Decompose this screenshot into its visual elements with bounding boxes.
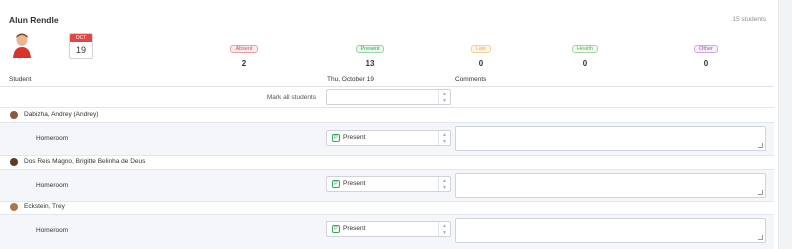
period-label: Homeroom bbox=[36, 182, 69, 189]
student-avatar bbox=[10, 111, 18, 119]
status-code-badge: P bbox=[332, 134, 340, 142]
attendance-select[interactable]: P Present ▲ ▼ bbox=[326, 130, 451, 146]
status-value: Present bbox=[343, 134, 366, 141]
stat-other-tag: Other bbox=[694, 45, 718, 53]
column-header-comments: Comments bbox=[455, 76, 487, 83]
stat-late-count: 0 bbox=[478, 59, 484, 68]
student-row: Dos Reis Magno, Brigitte Belinha de Deus bbox=[0, 155, 774, 169]
status-code-badge: P bbox=[332, 225, 340, 233]
period-row: Homeroom P Present ▲ ▼ bbox=[0, 215, 774, 249]
page-scrollbar[interactable] bbox=[778, 0, 792, 249]
column-header-student: Student bbox=[9, 76, 32, 83]
stat-late-tag: Late bbox=[470, 45, 492, 53]
status-value: Present bbox=[343, 180, 366, 187]
student-avatar bbox=[10, 203, 18, 211]
student-row: Eckstein, Trey bbox=[0, 200, 774, 214]
stat-health: Health 0 bbox=[555, 37, 615, 68]
stat-present-tag: Present bbox=[355, 45, 385, 53]
student-name: Dabizha, Andrey (Andrey) bbox=[24, 111, 99, 118]
stat-health-tag: Health bbox=[572, 45, 598, 53]
stat-absent-count: 2 bbox=[241, 59, 247, 68]
period-label: Homeroom bbox=[36, 227, 69, 234]
attendance-select[interactable]: P Present ▲ ▼ bbox=[326, 176, 451, 192]
period-row: Homeroom P Present ▲ ▼ bbox=[0, 123, 774, 155]
header-divider bbox=[0, 86, 774, 87]
teacher-avatar bbox=[13, 33, 31, 58]
resize-grip-icon[interactable] bbox=[758, 143, 763, 148]
column-header-date: Thu, October 19 bbox=[327, 76, 374, 83]
status-code-badge: P bbox=[332, 180, 340, 188]
student-name: Eckstein, Trey bbox=[24, 203, 65, 210]
select-arrows-icon: ▲ ▼ bbox=[438, 222, 450, 236]
stat-health-count: 0 bbox=[582, 59, 588, 68]
teacher-name: Alun Rendle bbox=[9, 15, 59, 25]
stat-absent-tag: Absent bbox=[230, 45, 258, 53]
stat-present-count: 13 bbox=[365, 59, 375, 68]
stat-late: Late 0 bbox=[451, 37, 511, 68]
mark-all-label: Mark all students bbox=[266, 94, 316, 101]
select-arrows-icon: ▲ ▼ bbox=[438, 90, 450, 104]
resize-grip-icon[interactable] bbox=[758, 190, 763, 195]
comment-textarea[interactable] bbox=[455, 126, 766, 151]
select-arrows-icon: ▲ ▼ bbox=[438, 131, 450, 145]
period-label: Homeroom bbox=[36, 135, 69, 142]
resize-grip-icon[interactable] bbox=[758, 235, 763, 240]
student-count: 15 students bbox=[732, 16, 766, 23]
stat-absent: Absent 2 bbox=[214, 37, 274, 68]
comment-textarea[interactable] bbox=[455, 173, 766, 198]
student-row: Dabizha, Andrey (Andrey) bbox=[0, 108, 774, 122]
stat-present: Present 13 bbox=[340, 37, 400, 68]
comment-textarea[interactable] bbox=[455, 218, 766, 243]
student-avatar bbox=[10, 158, 18, 166]
mark-all-select[interactable]: ▲ ▼ bbox=[326, 89, 451, 105]
date-badge: OCT 19 bbox=[69, 33, 93, 59]
stat-other: Other 0 bbox=[676, 37, 736, 68]
student-name: Dos Reis Magno, Brigitte Belinha de Deus bbox=[24, 158, 146, 165]
stat-other-count: 0 bbox=[703, 59, 709, 68]
status-value: Present bbox=[343, 225, 366, 232]
period-row: Homeroom P Present ▲ ▼ bbox=[0, 170, 774, 202]
select-arrows-icon: ▲ ▼ bbox=[438, 177, 450, 191]
date-badge-day: 19 bbox=[75, 45, 86, 55]
attendance-select[interactable]: P Present ▲ ▼ bbox=[326, 221, 451, 237]
date-badge-month: OCT bbox=[70, 34, 92, 42]
